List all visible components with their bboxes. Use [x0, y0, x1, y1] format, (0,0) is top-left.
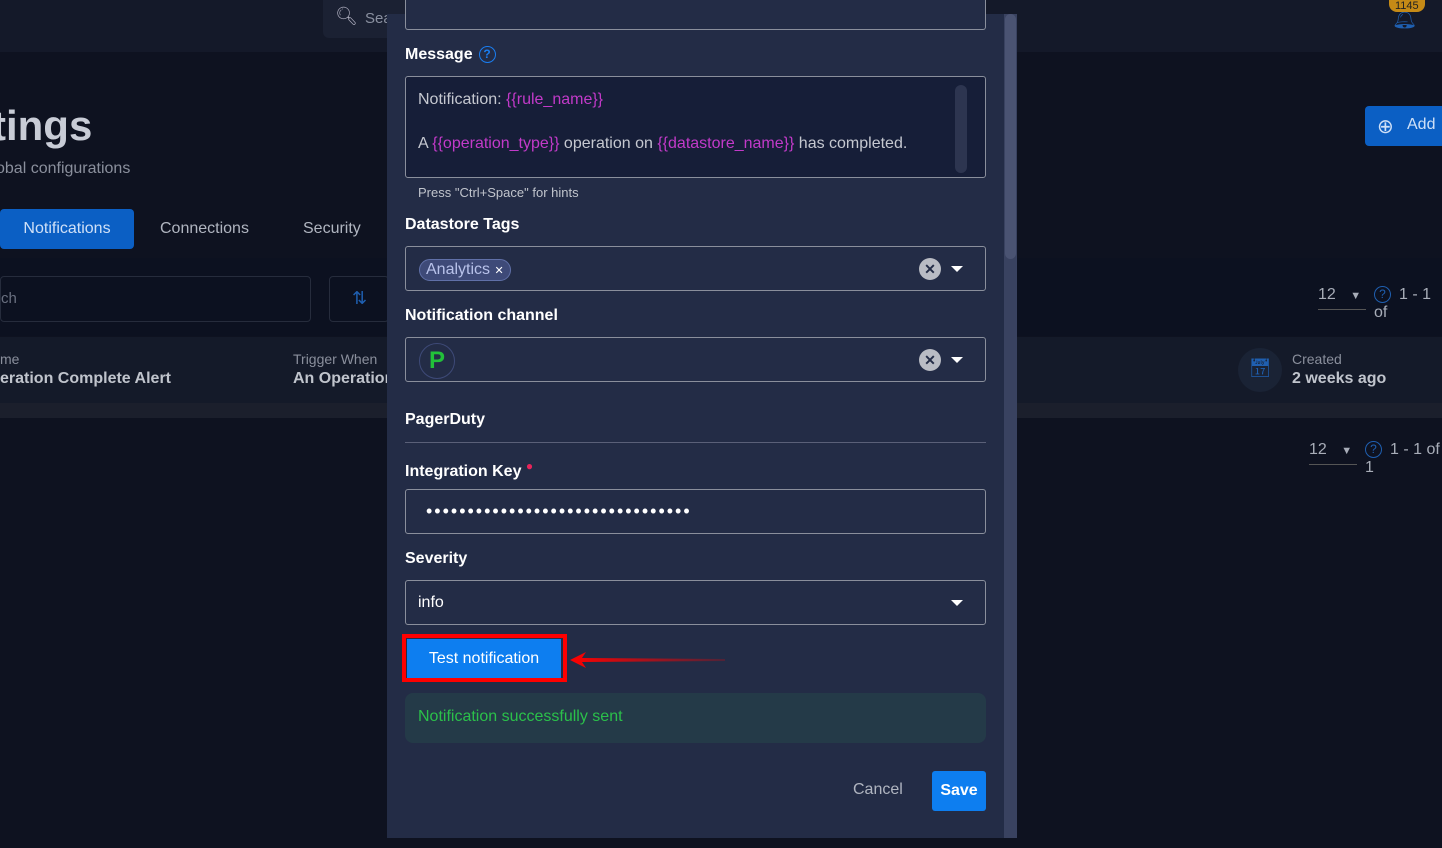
integration-key-label-text: Integration Key [405, 463, 522, 480]
severity-select[interactable]: info [405, 580, 986, 625]
tags-label: Datastore Tags [405, 216, 520, 233]
channel-select[interactable]: P ✕ [405, 337, 986, 382]
plus-circle-icon: ⊕ [1377, 116, 1394, 138]
required-indicator: ● [525, 459, 534, 473]
textarea-scrollbar[interactable] [955, 85, 967, 173]
message-text: Notification: [418, 91, 507, 108]
arrow-annotation [570, 652, 725, 668]
remove-tag-icon[interactable]: ✕ [494, 265, 503, 277]
help-icon[interactable]: ? [478, 46, 496, 63]
help-icon[interactable]: ? [1374, 286, 1391, 303]
section-title: PagerDuty [405, 411, 986, 443]
search-input-placeholder: ch [1, 290, 17, 307]
page-size-value: 12 [1318, 286, 1336, 303]
notification-count-badge: 1145 [1389, 0, 1425, 12]
message-label-text: Message [405, 46, 473, 63]
help-icon[interactable]: ? [1365, 441, 1382, 458]
tab-connections[interactable]: Connections [160, 209, 249, 249]
add-button[interactable]: ⊕ Add [1365, 106, 1442, 146]
pagerduty-icon: P [419, 343, 455, 379]
message-variable: {{datastore_name}} [657, 135, 795, 152]
sort-icon[interactable]: ⇅ [329, 276, 389, 322]
message-variable: {{operation_type}} [432, 135, 560, 152]
message-label: Message? [405, 46, 496, 64]
pagination-info: ? 1 - 1 of [1374, 286, 1442, 322]
success-alert: Notification successfully sent [405, 693, 986, 743]
save-button[interactable]: Save [932, 771, 986, 811]
page-subtitle: obal configurations [0, 160, 131, 177]
highlight-annotation [402, 634, 567, 682]
page-size-value: 12 [1309, 441, 1327, 458]
chevron-down-icon[interactable] [951, 266, 963, 272]
tab-notifications[interactable]: Notifications [0, 209, 134, 249]
message-text: operation on [559, 135, 658, 152]
name-value: eration Complete Alert [0, 370, 171, 387]
message-text: has completed. [794, 135, 908, 152]
chevron-down-icon [951, 600, 963, 606]
hint-text: Press "Ctrl+Space" for hints [418, 185, 579, 200]
chevron-down-icon: ▼ [1350, 290, 1362, 302]
trigger-label: Trigger When [293, 351, 378, 367]
severity-value: info [418, 594, 444, 611]
search-input[interactable]: ch [0, 276, 311, 322]
tag-label: Analytics [426, 261, 491, 278]
name-label: me [0, 351, 20, 367]
cancel-button[interactable]: Cancel [853, 781, 903, 799]
channel-label: Notification channel [405, 307, 558, 324]
tag-chip: Analytics ✕ [419, 259, 511, 281]
integration-key-label: Integration Key ● [405, 459, 533, 481]
previous-field[interactable] [405, 0, 986, 30]
footer-pagination-info: ? 1 - 1 of 1 [1365, 441, 1442, 477]
calendar-icon: 📅︎ [1238, 348, 1282, 392]
chevron-down-icon: ▼ [1341, 445, 1353, 457]
clear-icon[interactable]: ✕ [919, 349, 941, 371]
add-label: Add [1407, 116, 1436, 133]
page-size-select[interactable]: 12 ▼ [1318, 286, 1366, 310]
integration-key-input[interactable]: •••••••••••••••••••••••••••••••• [405, 489, 986, 534]
created-label: Created [1292, 351, 1342, 367]
trigger-value: An Operation [293, 370, 395, 387]
created-value: 2 weeks ago [1292, 370, 1387, 387]
footer-page-size-select[interactable]: 12 ▼ [1309, 441, 1357, 465]
tags-select[interactable]: Analytics ✕ ✕ [405, 246, 986, 291]
message-text: A [418, 135, 433, 152]
message-variable: {{rule_name}} [506, 91, 604, 108]
tab-security[interactable]: Security [303, 209, 361, 249]
message-textarea[interactable]: Notification: {{rule_name}} A {{operatio… [405, 76, 986, 178]
severity-label: Severity [405, 550, 468, 567]
chevron-down-icon[interactable] [951, 357, 963, 363]
page-title: tings [0, 102, 93, 149]
search-icon: 🔍︎ [335, 6, 358, 26]
modal-scrollbar-thumb[interactable] [1005, 14, 1016, 259]
clear-icon[interactable]: ✕ [919, 258, 941, 280]
